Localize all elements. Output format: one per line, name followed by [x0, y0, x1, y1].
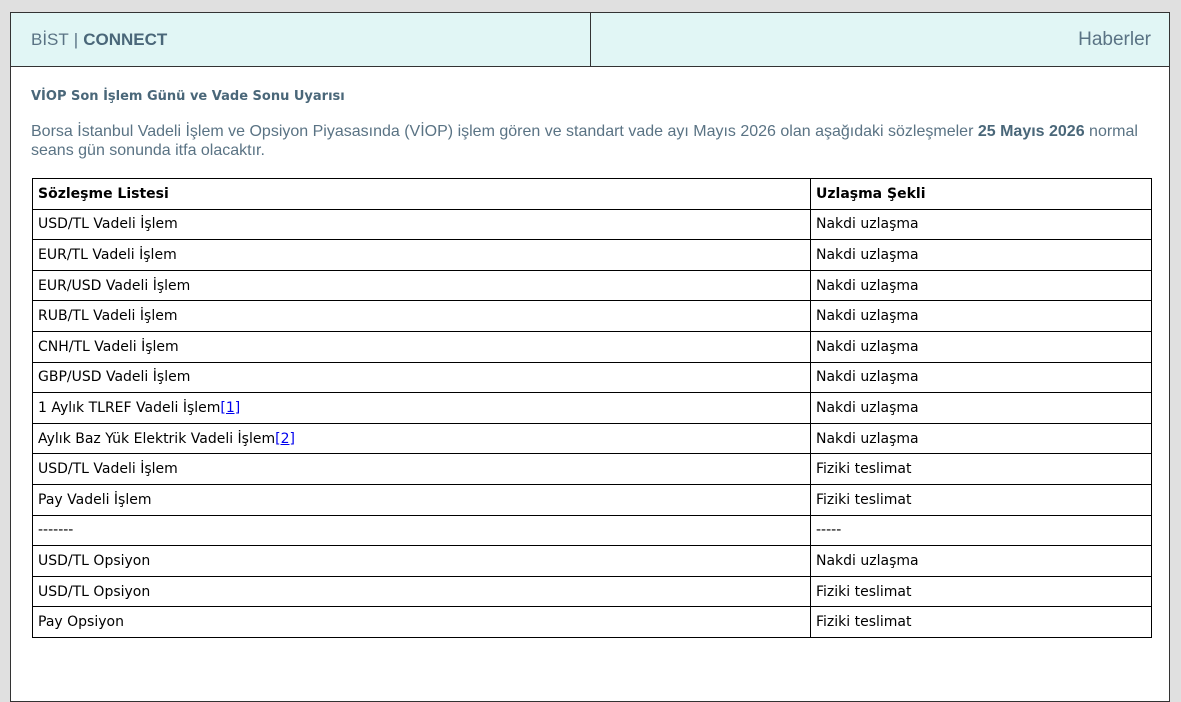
settlement-type-cell: Nakdi uzlaşma: [810, 392, 1152, 424]
contract-name: USD/TL Opsiyon: [38, 552, 151, 569]
contract-name-cell: Pay Vadeli İşlem: [32, 483, 811, 516]
settlement-type-cell: Nakdi uzlaşma: [810, 300, 1152, 332]
brand-separator: |: [73, 29, 79, 49]
table-row: RUB/TL Vadeli İşlem Nakdi uzlaşma: [32, 300, 1152, 332]
settlement-type-cell: Nakdi uzlaşma: [810, 239, 1152, 271]
contract-name-cell: 1 Aylık TLREF Vadeli İşlem[1]: [32, 392, 811, 424]
contract-name-cell: RUB/TL Vadeli İşlem: [32, 300, 811, 332]
table-row: EUR/USD Vadeli İşlem Nakdi uzlaşma: [32, 269, 1152, 302]
contract-name: Pay Opsiyon: [38, 614, 124, 631]
notice-title: VİOP Son İşlem Günü ve Vade Sonu Uyarısı: [31, 89, 345, 104]
contract-name: GBP/USD Vadeli İşlem: [38, 369, 191, 386]
contract-name: EUR/TL Vadeli İşlem: [38, 246, 177, 263]
contract-name: Pay Vadeli İşlem: [38, 491, 152, 508]
contract-name: USD/TL Vadeli İşlem: [38, 216, 178, 233]
table-row: USD/TL Vadeli İşlem Nakdi uzlaşma: [32, 208, 1152, 241]
settlement-type-cell: Nakdi uzlaşma: [810, 269, 1152, 302]
contracts-table: Sözleşme Listesi Uzlaşma Şekli USD/TL Va…: [32, 178, 1152, 638]
brand-bist: BİST: [31, 29, 69, 49]
settlement-type-cell: Nakdi uzlaşma: [810, 361, 1152, 394]
brand-connect: CONNECT: [83, 29, 168, 49]
table-row: USD/TL Opsiyon Nakdi uzlaşma: [32, 545, 1152, 577]
contract-name: USD/TL Opsiyon: [38, 583, 151, 600]
contract-name-cell: -------: [32, 514, 811, 547]
contract-name: CNH/TL Vadeli İşlem: [38, 338, 179, 355]
contract-name-cell: EUR/TL Vadeli İşlem: [32, 239, 811, 271]
brand-logo[interactable]: BİST | CONNECT: [11, 13, 591, 66]
table-row: CNH/TL Vadeli İşlem Nakdi uzlaşma: [32, 330, 1152, 363]
header-settlement-type: Uzlaşma Şekli: [810, 178, 1152, 210]
contract-name: RUB/TL Vadeli İşlem: [38, 308, 178, 325]
contract-name: 1 Aylık TLREF Vadeli İşlem: [38, 399, 221, 416]
table-row: GBP/USD Vadeli İşlem Nakdi uzlaşma: [32, 361, 1152, 394]
contract-name: Aylık Baz Yük Elektrik Vadeli İşlem: [38, 430, 276, 447]
contract-name-cell: USD/TL Opsiyon: [32, 545, 811, 577]
table-body: USD/TL Vadeli İşlem Nakdi uzlaşma EUR/TL V…: [32, 208, 1152, 638]
settlement-type-cell: Fiziki teslimat: [810, 606, 1152, 638]
page-frame: BİST | CONNECT Haberler VİOP Son İşlem G…: [10, 12, 1170, 702]
contract-name-cell: USD/TL Vadeli İşlem: [32, 453, 811, 485]
footnote-link[interactable]: [1]: [220, 400, 240, 416]
settlement-type-cell: Nakdi uzlaşma: [810, 545, 1152, 577]
settlement-type-cell: Fiziki teslimat: [810, 483, 1152, 516]
table-row: ------- -----: [32, 514, 1152, 547]
contract-name: USD/TL Vadeli İşlem: [38, 461, 178, 478]
header-contract-list: Sözleşme Listesi: [32, 178, 811, 210]
contract-name-cell: EUR/USD Vadeli İşlem: [32, 269, 811, 302]
table-row: EUR/TL Vadeli İşlem Nakdi uzlaşma: [32, 239, 1152, 271]
contract-name-cell: GBP/USD Vadeli İşlem: [32, 361, 811, 394]
table-row: Pay Vadeli İşlem Fiziki teslimat: [32, 483, 1152, 516]
contract-name-cell: Aylık Baz Yük Elektrik Vadeli İşlem[2]: [32, 422, 811, 455]
contract-name-cell: USD/TL Vadeli İşlem: [32, 208, 811, 241]
settlement-type-cell: Fiziki teslimat: [810, 453, 1152, 485]
settlement-type-cell: Nakdi uzlaşma: [810, 208, 1152, 241]
table-row: USD/TL Vadeli İşlem Fiziki teslimat: [32, 453, 1152, 485]
expiry-date: 25 Mayıs 2026: [977, 123, 1085, 140]
settlement-type-cell: Fiziki teslimat: [810, 575, 1152, 608]
footnote-link[interactable]: [2]: [275, 431, 295, 447]
contract-name: -------: [38, 522, 74, 539]
table-row: Pay Opsiyon Fiziki teslimat: [32, 606, 1152, 638]
table-row: USD/TL Opsiyon Fiziki teslimat: [32, 575, 1152, 608]
notice-body: Borsa İstanbul Vadeli İşlem ve Opsiyon P…: [31, 122, 1151, 160]
settlement-type-cell: Nakdi uzlaşma: [810, 330, 1152, 363]
site-header: BİST | CONNECT Haberler: [11, 13, 1169, 67]
contract-name: EUR/USD Vadeli İşlem: [38, 277, 191, 294]
contract-name-cell: CNH/TL Vadeli İşlem: [32, 330, 811, 363]
news-link[interactable]: Haberler: [591, 13, 1169, 66]
table-header-row: Sözleşme Listesi Uzlaşma Şekli: [32, 178, 1152, 210]
settlement-type-cell: Nakdi uzlaşma: [810, 422, 1152, 455]
notice-content: VİOP Son İşlem Günü ve Vade Sonu Uyarısı…: [11, 67, 1169, 638]
settlement-type-cell: -----: [810, 514, 1152, 547]
table-row: 1 Aylık TLREF Vadeli İşlem[1] Nakdi uzlaş…: [32, 392, 1152, 424]
notice-body-start: Borsa İstanbul Vadeli İşlem ve Opsiyon P…: [31, 123, 978, 140]
contract-name-cell: Pay Opsiyon: [32, 606, 811, 638]
table-row: Aylık Baz Yük Elektrik Vadeli İşlem[2] Na…: [32, 422, 1152, 455]
contract-name-cell: USD/TL Opsiyon: [32, 575, 811, 608]
